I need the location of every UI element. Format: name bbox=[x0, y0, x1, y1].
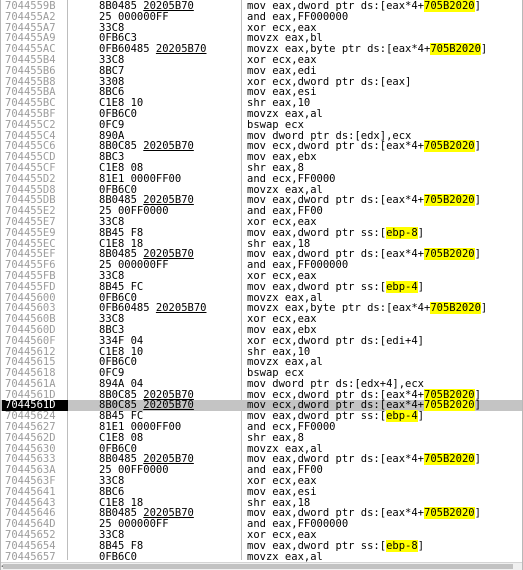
scrollbar-thumb[interactable] bbox=[3, 564, 513, 569]
highlighted-operand: 705B2020 bbox=[430, 43, 481, 56]
disassembly-text: movzx eax,al bbox=[247, 550, 323, 563]
bytes-opcode: 0FB6C0 bbox=[99, 550, 137, 563]
disassembly-text: ] bbox=[480, 43, 488, 56]
instruction-list: 7044559B 8B0485 20205B70 mov eax,dword ptr… bbox=[1, 0, 522, 563]
instruction-bytes: 0FB6C0 bbox=[99, 550, 137, 563]
horizontal-scrollbar[interactable]: ◂ bbox=[1, 562, 522, 570]
disassembly-text: ] bbox=[474, 248, 481, 261]
disassembly-text: ] bbox=[474, 0, 481, 12]
bytes-address-operand: 20205B70 bbox=[143, 399, 194, 412]
highlighted-operand: 705B2020 bbox=[424, 399, 475, 412]
highlighted-operand: 705B2020 bbox=[430, 302, 481, 315]
highlighted-operand: 705B2020 bbox=[424, 248, 475, 261]
instruction-address: 70445657 bbox=[5, 550, 56, 563]
instruction-address: 704455C2 bbox=[5, 118, 56, 131]
highlighted-operand: ebp-8 bbox=[386, 226, 418, 239]
highlighted-operand: 705B2020 bbox=[424, 194, 475, 207]
disassembly-text: ] bbox=[417, 280, 425, 293]
disassembly-text: ] bbox=[474, 507, 481, 520]
instruction-row[interactable]: 70445657 0FB6C0 movzx eax,al bbox=[1, 550, 522, 563]
bytes-address-operand: 20205B70 bbox=[155, 43, 207, 56]
instruction-address: 704455FD bbox=[5, 280, 56, 293]
highlighted-operand: ebp-8 bbox=[386, 539, 418, 552]
bytes-address-operand: 20205B70 bbox=[155, 302, 207, 315]
disassembly-text: ] bbox=[474, 194, 481, 207]
disassembly-text: ] bbox=[417, 539, 425, 552]
disassembly-text: ] bbox=[474, 399, 481, 412]
bytes-address-operand: 20205B70 bbox=[143, 140, 194, 153]
disassembly-text: ] bbox=[417, 410, 425, 423]
instruction-disassembly: movzx eax,al bbox=[247, 550, 323, 563]
instruction-address: 704455B6 bbox=[5, 64, 56, 77]
disassembly-text: ] bbox=[474, 140, 481, 153]
instruction-address: 7044560F bbox=[5, 334, 56, 347]
highlighted-operand: ebp-4 bbox=[386, 280, 418, 293]
instruction-address: 704455D2 bbox=[5, 172, 56, 185]
highlighted-operand: 705B2020 bbox=[424, 0, 475, 12]
highlighted-operand: 705B2020 bbox=[424, 507, 475, 520]
disassembly-view[interactable]: 7044559B 8B0485 20205B70 mov eax,dword ptr… bbox=[0, 0, 523, 570]
instruction-address: 704455E9 bbox=[5, 226, 56, 239]
instruction-address: 704455A2 bbox=[5, 10, 56, 23]
highlighted-operand: 705B2020 bbox=[424, 140, 475, 153]
highlighted-operand: ebp-4 bbox=[386, 410, 418, 423]
highlighted-operand: 705B2020 bbox=[424, 453, 475, 466]
disassembly-text: ] bbox=[417, 226, 425, 239]
disassembly-text: ] bbox=[480, 302, 488, 315]
disassembly-text: ] bbox=[474, 453, 481, 466]
